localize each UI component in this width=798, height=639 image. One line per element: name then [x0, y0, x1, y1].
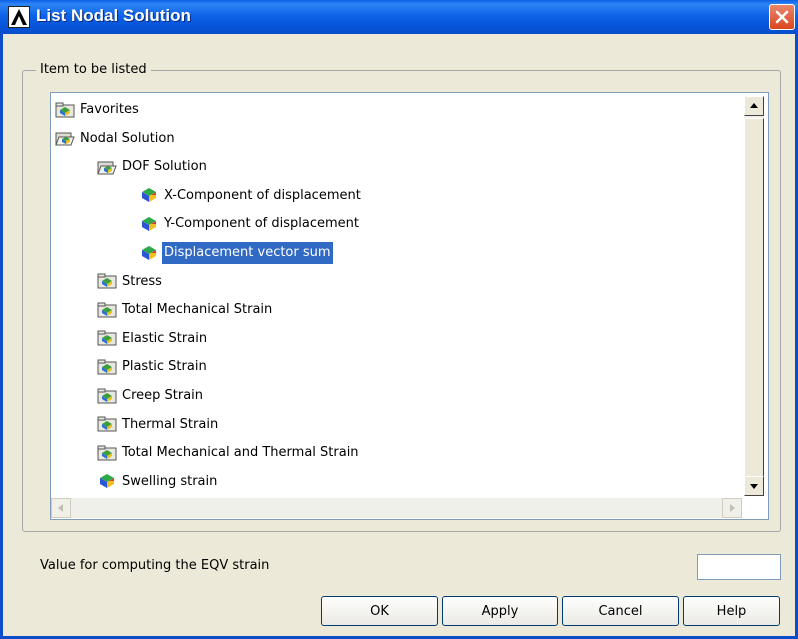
tree-item[interactable]: X-Component of displacement	[139, 185, 363, 207]
close-icon	[775, 10, 789, 24]
scroll-thumb[interactable]	[744, 118, 764, 494]
tree-item[interactable]: Total Mechanical and Thermal Strain	[97, 442, 361, 464]
tree-item-label: DOF Solution	[122, 159, 207, 175]
tree-item[interactable]: Displacement vector sum	[139, 242, 333, 264]
folder-icon	[97, 273, 117, 289]
eqv-strain-label: Value for computing the EQV strain	[40, 558, 270, 573]
tree-item-label: Elastic Strain	[122, 330, 208, 346]
tree-item-label: Favorites	[80, 102, 139, 117]
folder-icon	[97, 302, 117, 318]
folder-icon	[97, 388, 117, 403]
tree-item-label: Thermal Strain	[122, 416, 219, 432]
scroll-left-button[interactable]	[51, 498, 71, 518]
arrow-down-icon	[750, 484, 758, 489]
arrow-right-icon	[730, 504, 735, 512]
tree-item-label: Displacement vector sum	[162, 242, 333, 264]
title-bar[interactable]: List Nodal Solution	[0, 0, 798, 34]
tree-item-label: Plastic Strain	[122, 359, 207, 375]
window-title: List Nodal Solution	[36, 6, 191, 25]
groupbox-legend: Item to be listed	[36, 62, 151, 77]
open-folder-icon	[97, 161, 117, 175]
tree-item-label: Swelling strain	[122, 473, 218, 489]
tree-vertical-scrollbar[interactable]	[744, 96, 764, 496]
cube-icon	[142, 188, 156, 203]
tree-item-label: Creep Strain	[122, 388, 204, 403]
tree-item-label: X-Component of displacement	[164, 187, 361, 203]
folder-icon	[97, 330, 117, 346]
apply-button[interactable]: Apply	[442, 596, 558, 626]
tree-item[interactable]: Swelling strain	[97, 471, 219, 493]
help-button[interactable]: Help	[683, 596, 780, 626]
tree-item[interactable]: Y-Component of displacement	[139, 213, 361, 235]
tree-item[interactable]: Elastic Strain	[97, 328, 209, 350]
tree-item-label: Y-Component of displacement	[164, 216, 359, 232]
tree-item[interactable]: Thermal Strain	[97, 414, 220, 436]
tree-horizontal-scrollbar[interactable]	[51, 498, 742, 518]
scroll-down-button[interactable]	[744, 476, 764, 496]
open-folder-icon	[55, 132, 75, 146]
cube-icon	[142, 216, 156, 231]
arrow-left-icon	[58, 504, 63, 512]
tree-item[interactable]: Plastic Strain	[97, 356, 209, 378]
tree-item[interactable]: DOF Solution	[97, 156, 209, 178]
arrow-up-icon	[750, 103, 758, 108]
eqv-strain-input[interactable]	[697, 554, 781, 580]
cube-icon	[142, 245, 156, 260]
folder-icon	[55, 102, 75, 117]
close-button[interactable]	[769, 4, 795, 30]
tree-item[interactable]: Stress	[97, 271, 164, 293]
tree-item[interactable]: Creep Strain	[97, 385, 205, 407]
ok-button[interactable]: OK	[321, 596, 438, 626]
cube-icon	[100, 474, 114, 489]
cancel-button[interactable]: Cancel	[562, 596, 679, 626]
window-border-left	[0, 34, 3, 639]
tree-item-label: Stress	[122, 273, 162, 289]
ansys-logo-icon	[8, 6, 30, 28]
tree-item[interactable]: Nodal Solution	[55, 128, 177, 150]
tree-item-label: Total Mechanical and Thermal Strain	[122, 445, 359, 461]
tree-item-label: Nodal Solution	[80, 130, 175, 146]
folder-icon	[97, 445, 117, 461]
tree-item[interactable]: Total Mechanical Strain	[97, 299, 274, 321]
scroll-right-button[interactable]	[722, 498, 742, 518]
item-tree[interactable]: Favorites Nodal Solution DOF Solution X-Com…	[50, 92, 769, 520]
tree-item[interactable]: Favorites	[55, 99, 141, 121]
folder-icon	[97, 359, 117, 375]
tree-item-label: Total Mechanical Strain	[122, 302, 273, 318]
scroll-up-button[interactable]	[744, 96, 764, 116]
folder-icon	[97, 416, 117, 432]
